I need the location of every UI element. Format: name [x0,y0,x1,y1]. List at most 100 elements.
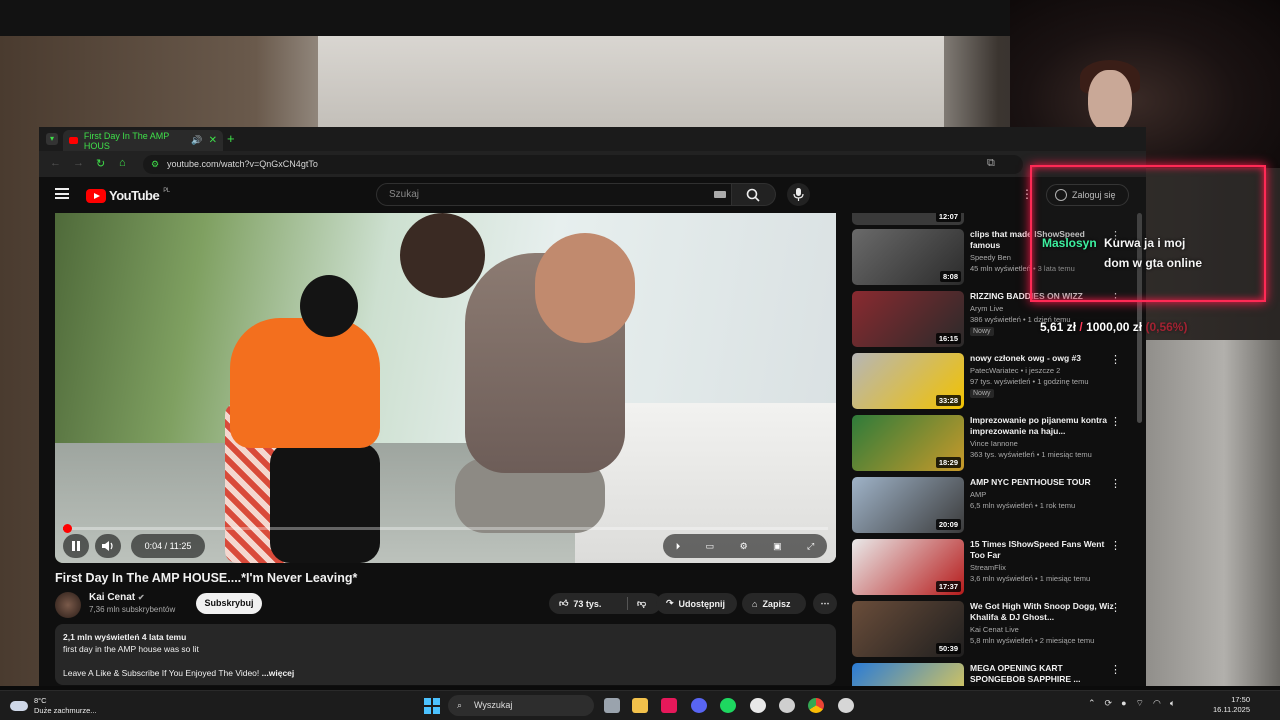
discord-icon[interactable] [691,698,707,713]
recommendation-more-icon[interactable]: ⋮ [1110,477,1121,490]
video-thumbnail[interactable]: 16:15 [852,291,964,347]
recommendation-channel[interactable]: AMP [970,490,986,499]
recommendation-channel[interactable]: StreamFlix [970,563,1006,572]
tiktok-icon[interactable] [661,698,677,713]
subscribe-button[interactable]: Subskrybuj [196,593,262,614]
video-thumbnail[interactable] [852,663,964,686]
youtube-logo[interactable]: YouTube PL [86,188,170,203]
recommendation-channel[interactable]: Vince Iannone [970,439,1018,448]
video-player[interactable]: 0:04 / 11:25 ⏵ ▭ ⚙ ▣ ⤢ [55,213,836,563]
recommendation-channel[interactable]: Speedy Ben [970,253,1011,262]
more-actions-button[interactable]: ⋯ [813,593,837,614]
weather-condition: Duże zachmurze... [34,706,97,715]
recommendation-item[interactable]: 50:39 We Got High With Snoop Dogg, Wiz Kh… [852,601,1142,659]
video-thumbnail[interactable]: 12:07 [852,213,964,225]
time-display: 0:04 / 11:25 [131,534,205,558]
chatgpt-icon[interactable] [838,698,854,713]
dislike-button[interactable]: 👎︎ [637,598,646,609]
save-label: Zapisz [762,598,791,609]
recommendation-title[interactable]: nowy członek owg - owg #3 [970,353,1115,364]
video-thumbnail[interactable]: 33:28 [852,353,964,409]
recommendation-more-icon[interactable]: ⋮ [1110,601,1121,614]
duration-badge: 17:37 [935,581,961,592]
video-thumbnail[interactable]: 50:39 [852,601,964,657]
browser-window: ▾ First Day In The AMP HOUS 🔊 ✕ + ← → ↻ … [39,127,1146,686]
autoplay-toggle-icon[interactable]: ⏵ [676,541,681,552]
back-icon[interactable]: ← [50,157,61,169]
recommendation-item[interactable]: 20:09 AMP NYC PENTHOUSE TOUR AMP 6,5 mln wy… [852,477,1142,535]
site-info-icon[interactable]: ⚙ [151,155,159,174]
recommendation-item[interactable]: 33:28 nowy członek owg - owg #3 PatecWaria… [852,353,1142,411]
recommendation-item[interactable]: 18:29 Imprezowanie po pijanemu kontra imp… [852,415,1142,473]
weather-widget[interactable]: 8°C Duże zachmurze... [10,696,97,716]
taskbar-search[interactable]: ⌕ Wyszukaj [448,695,594,716]
like-button[interactable]: 👍︎ 73 tys. [559,598,601,609]
video-thumbnail[interactable]: 18:29 [852,415,964,471]
recommendation-meta: 6,5 mln wyświetleń • 1 rok temu [970,501,1076,510]
recommendation-title[interactable]: 15 Times IShowSpeed Fans Went Too Far [970,539,1115,561]
channel-avatar[interactable] [55,592,81,618]
new-tab-button[interactable]: + [227,131,235,146]
recommendation-title[interactable]: AMP NYC PENTHOUSE TOUR [970,477,1115,488]
settings-gear-icon[interactable]: ⚙ [740,541,748,552]
tab-search-button[interactable]: ▾ [46,133,58,145]
channel-name[interactable]: Kai Cenat [89,592,135,603]
video-thumbnail[interactable]: 17:37 [852,539,964,595]
fullscreen-icon[interactable]: ⤢ [807,541,814,552]
recommendation-channel[interactable]: PatecWariatec • i jeszcze 2 [970,366,1060,375]
subtitles-icon[interactable]: ▭ [706,541,715,552]
miniplayer-icon[interactable]: ▣ [773,541,782,552]
speaker-icon[interactable]: 🔊 [191,135,202,146]
recommendation-title[interactable]: Imprezowanie po pijanemu kontra imprezow… [970,415,1115,437]
recommendation-item[interactable]: 17:37 15 Times IShowSpeed Fans Went Too F… [852,539,1142,597]
scrubber-handle[interactable] [63,524,72,533]
app-tray-icon[interactable]: ● [1121,698,1126,709]
recommendation-title[interactable]: We Got High With Snoop Dogg, Wiz Khalifa… [970,601,1115,623]
save-button[interactable]: ⌂ Zapisz [742,593,806,614]
recommendation-more-icon[interactable]: ⋮ [1110,353,1121,366]
spotify-icon[interactable] [720,698,736,713]
mute-button[interactable] [95,534,121,558]
tab-youtube[interactable]: First Day In The AMP HOUS 🔊 ✕ [63,130,223,151]
speaker-icon[interactable]: 🔈︎ [1170,698,1175,709]
address-bar[interactable]: ⚙ youtube.com/watch?v=QnGxCN4gtTo [143,155,1023,174]
obs-icon[interactable] [779,698,795,713]
show-more-link[interactable]: ...więcej [262,668,295,678]
video-thumbnail[interactable]: 20:09 [852,477,964,533]
recommendation-item[interactable]: MEGA OPENING KART SPONGEBOB SAPPHIRE ...… [852,663,1142,686]
home-icon[interactable]: ⌂ [119,157,126,169]
sync-icon[interactable]: ⟳ [1105,698,1113,709]
close-tab-icon[interactable]: ✕ [209,135,217,146]
recommendation-more-icon[interactable]: ⋮ [1110,663,1121,676]
recommendation-more-icon[interactable]: ⋮ [1110,539,1121,552]
keyboard-icon[interactable] [714,191,726,198]
voice-search-button[interactable] [787,183,810,206]
video-thumbnail[interactable]: 8:08 [852,229,964,285]
recommendation-channel[interactable]: Arym Live [970,304,1003,313]
wifi-icon[interactable]: ◠ [1153,698,1161,709]
menu-icon[interactable] [55,188,69,199]
tray-expand-icon[interactable]: ⌃ [1088,698,1096,709]
description-box[interactable]: 2,1 mln wyświetleń 4 lata temu first day… [55,624,836,685]
start-button[interactable] [424,698,440,714]
chrome-icon[interactable] [808,698,824,713]
recommendation-channel[interactable]: Kai Cenat Live [970,625,1019,634]
duration-badge: 16:15 [935,333,961,344]
donation-separator: / [1079,320,1083,334]
clock[interactable]: 17:50 16.11.2025 [1210,695,1250,715]
recommendation-title[interactable]: MEGA OPENING KART SPONGEBOB SAPPHIRE ... [970,663,1115,685]
pause-button[interactable] [63,534,89,558]
search-button[interactable] [732,183,776,206]
network-icon[interactable]: ⌔ [1136,698,1144,709]
file-explorer-icon[interactable] [632,698,648,713]
reload-icon[interactable]: ↻ [96,157,105,170]
forward-icon[interactable]: → [73,157,84,169]
channel-name-row[interactable]: Kai Cenat ✔ [89,592,145,603]
progress-bar[interactable] [63,527,828,530]
recommendation-more-icon[interactable]: ⋮ [1110,415,1121,428]
install-app-icon[interactable]: ⧉ [987,157,995,170]
share-button[interactable]: ↷ Udostępnij [656,593,737,614]
search-input[interactable]: Szukaj [376,183,732,206]
steam-icon[interactable] [750,698,766,713]
task-view-icon[interactable] [604,698,620,713]
